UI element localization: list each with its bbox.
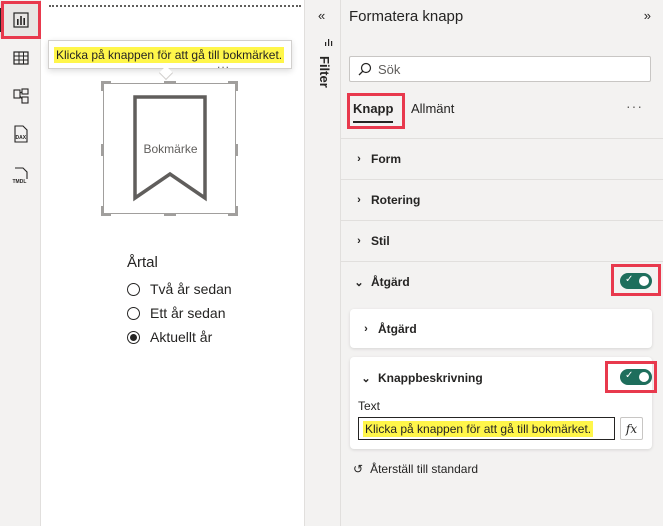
resize-handle[interactable] [164,81,176,84]
undo-icon: ↺ [353,462,363,476]
bookmark-button-visual[interactable]: Bokmärke [103,83,236,214]
report-canvas: Klicka på knappen för att gå till bokmär… [41,0,304,526]
report-view-highlight [1,1,41,39]
chevron-down-icon: ⌄ [353,276,365,289]
dax-icon: DAX [13,125,29,143]
resize-handle[interactable] [228,206,238,216]
resize-handle[interactable] [228,81,238,91]
collapse-pane-chevron[interactable]: » [644,8,651,23]
tooltip-text-value: Klicka på knappen för att gå till bokmär… [363,421,593,437]
tooltip-sub-header[interactable]: ⌄ Knappbeskrivning [360,371,483,385]
tmdl-icon: TMDL [12,167,30,185]
tab-allmant[interactable]: Allmänt [411,101,454,116]
pane-title: Formatera knapp [349,8,463,25]
subsection-label: Knappbeskrivning [378,371,483,385]
button-tooltip: Klicka på knappen för att gå till bokmär… [48,40,292,69]
slicer-option-label: Aktuellt år [150,329,212,345]
svg-text:DAX: DAX [15,135,26,141]
radio-button[interactable] [127,307,140,320]
fx-button[interactable]: fx [620,417,643,440]
tooltip-text-input[interactable]: Klicka på knappen för att gå till bokmär… [358,417,615,440]
search-box[interactable] [349,56,651,82]
reset-to-default-link[interactable]: ↺ Återställ till standard [353,462,478,476]
resize-handle[interactable] [101,206,111,216]
reset-label: Återställ till standard [370,462,478,476]
slicer-option[interactable]: Två år sedan [127,277,232,301]
expand-filter-chevron[interactable]: « [318,8,325,23]
radio-button-checked[interactable] [127,331,140,344]
model-view-button[interactable] [0,78,41,114]
section-label: Åtgärd [371,275,410,289]
filter-label[interactable]: Filter [317,56,332,88]
visual-more-options[interactable]: ... [217,57,230,71]
section-rotation[interactable]: › Rotering [341,179,663,220]
subsection-label: Åtgärd [378,322,417,336]
section-style[interactable]: › Stil [341,220,663,261]
chevron-down-icon: ⌄ [360,372,372,385]
slicer-option[interactable]: Ett år sedan [127,301,232,325]
tooltip-text: Klicka på knappen för att gå till bokmär… [54,47,284,63]
radio-button[interactable] [127,283,140,296]
section-form[interactable]: › Form [341,138,663,179]
search-input[interactable] [378,62,638,77]
model-view-icon [13,88,29,104]
resize-handle[interactable] [101,81,111,91]
bookmark-label: Bokmärke [104,142,237,156]
filter-pane-icon [325,38,333,46]
dax-query-view-button[interactable]: DAX [0,116,41,152]
section-label: Stil [371,234,390,248]
svg-text:TMDL: TMDL [12,179,26,185]
tmdl-view-button[interactable]: TMDL [0,158,41,194]
slicer-option-label: Två år sedan [150,281,232,297]
year-slicer: Årtal Två år sedan Ett år sedan Aktuellt… [127,254,232,349]
canvas-top-border [49,5,301,7]
section-label: Rotering [371,193,420,207]
filter-pane-collapsed[interactable]: « Filter [304,0,341,526]
action-toggle-highlight [611,264,661,296]
slicer-option-label: Ett år sedan [150,305,226,321]
chevron-right-icon: › [353,194,365,206]
format-pane: Formatera knapp » Knapp Allmänt ··· › Fo… [341,0,663,526]
chevron-right-icon: › [360,323,372,335]
search-icon [358,62,372,76]
section-label: Form [371,152,401,166]
slicer-option[interactable]: Aktuellt år [127,325,232,349]
more-options[interactable]: ··· [626,98,643,114]
chevron-right-icon: › [353,153,365,165]
table-view-icon [13,50,29,66]
view-rail: DAX TMDL [0,0,41,526]
tab-highlight [347,93,405,129]
slicer-title: Årtal [127,254,232,271]
chevron-right-icon: › [353,235,365,247]
text-label: Text [358,399,380,413]
action-subcard[interactable]: › Åtgärd [350,309,652,348]
resize-handle[interactable] [164,213,176,216]
table-view-button[interactable] [0,40,41,76]
tooltip-toggle-highlight [605,361,657,393]
action-sub-header[interactable]: › Åtgärd [360,322,417,336]
